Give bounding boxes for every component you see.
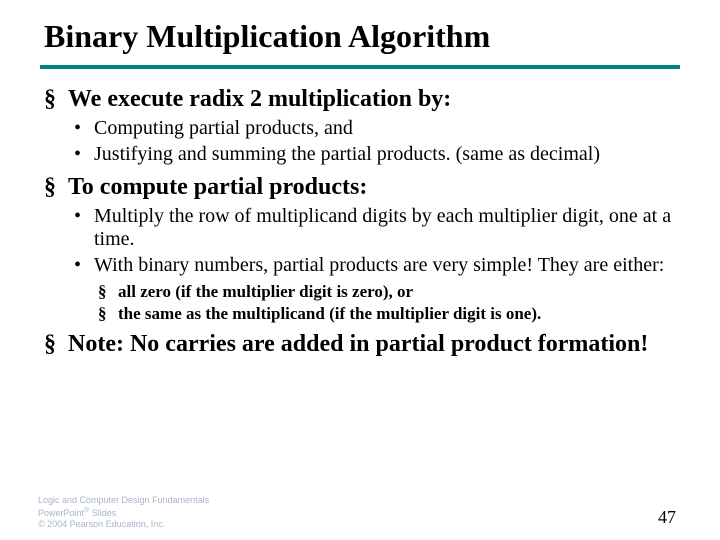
bullet-2-2-text: With binary numbers, partial products ar… xyxy=(94,254,664,276)
bullet-3: Note: No carries are added in partial pr… xyxy=(40,330,680,358)
bullet-2-2-sublist: all zero (if the multiplier digit is zer… xyxy=(94,282,680,325)
footer-slides-label: Slides xyxy=(89,508,116,518)
bullet-1-text: We execute radix 2 multiplication by: xyxy=(68,86,451,112)
footer-line-1: Logic and Computer Design Fundamentals xyxy=(38,495,209,506)
bullet-1: We execute radix 2 multiplication by: Co… xyxy=(40,85,680,167)
slide-title: Binary Multiplication Algorithm xyxy=(40,18,680,55)
bullet-2-2-2: the same as the multiplicand (if the mul… xyxy=(94,304,680,324)
bullet-1-1: Computing partial products, and xyxy=(68,117,680,141)
bullet-2: To compute partial products: Multiply th… xyxy=(40,173,680,325)
slide: Binary Multiplication Algorithm We execu… xyxy=(0,0,720,359)
bullet-2-text: To compute partial products: xyxy=(68,174,367,200)
footer-line-2: PowerPoint® Slides xyxy=(38,507,209,519)
bullet-2-2-1: all zero (if the multiplier digit is zer… xyxy=(94,282,680,302)
bullet-1-2: Justifying and summing the partial produ… xyxy=(68,143,680,167)
bullet-2-1: Multiply the row of multiplicand digits … xyxy=(68,205,680,252)
bullet-2-sublist: Multiply the row of multiplicand digits … xyxy=(68,205,680,325)
footer-product: PowerPoint xyxy=(38,508,84,518)
bullet-list: We execute radix 2 multiplication by: Co… xyxy=(40,85,680,359)
page-number: 47 xyxy=(658,507,676,528)
bullet-2-2: With binary numbers, partial products ar… xyxy=(68,254,680,324)
footer-credit: Logic and Computer Design Fundamentals P… xyxy=(38,495,209,530)
title-rule xyxy=(40,65,680,69)
footer-line-3: © 2004 Pearson Education, Inc. xyxy=(38,519,209,530)
bullet-1-sublist: Computing partial products, and Justifyi… xyxy=(68,117,680,166)
